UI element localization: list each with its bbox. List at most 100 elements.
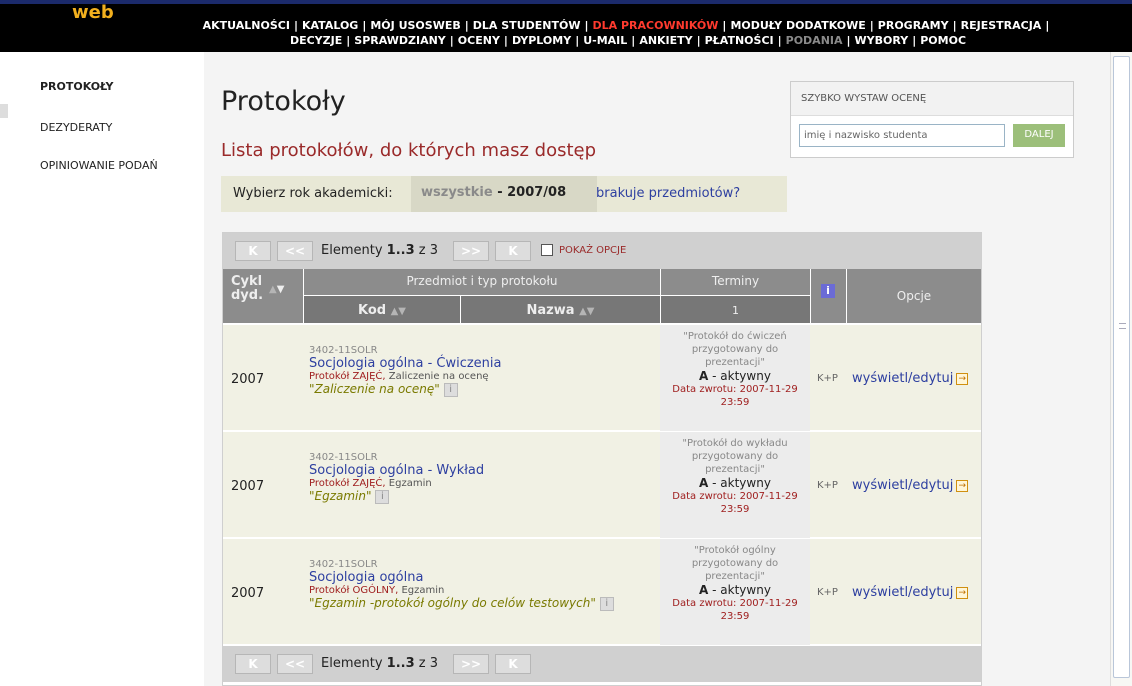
info-icon[interactable]: i — [375, 489, 390, 504]
row-status-text: - aktywny — [708, 583, 771, 597]
row-protocol-kind: Egzamin — [385, 478, 432, 489]
menu-item-u-mail[interactable]: U-MAIL — [583, 34, 627, 47]
year-option-selected[interactable]: 2007/08 — [507, 185, 566, 200]
sort-arrows-icon[interactable]: ▲▼ — [579, 306, 594, 317]
row-subject[interactable]: Socjologia ogólna — [309, 570, 423, 585]
menu-separator: | — [503, 34, 508, 47]
row-options-cell: wyświetl/edytuj → — [846, 432, 981, 538]
menu-item-moduły-dodatkowe[interactable]: MODUŁY DODATKOWE — [730, 19, 865, 32]
menu-item-wybory[interactable]: WYBORY — [855, 34, 909, 47]
menu-item-płatności[interactable]: PŁATNOŚCI — [705, 34, 774, 47]
show-options-checkbox[interactable] — [541, 244, 553, 256]
row-subject-type[interactable]: - Wykład — [423, 463, 485, 478]
row-subject[interactable]: Socjologia ogólna — [309, 356, 423, 371]
row-subject-link[interactable]: Socjologia ogólna — [309, 570, 660, 585]
menu-separator: | — [631, 34, 636, 47]
menu-item-pomoc[interactable]: POMOC — [920, 34, 966, 47]
sort-arrows-icon[interactable]: ▲▼ — [391, 306, 406, 317]
next-page-icon: >> — [460, 244, 482, 258]
missing-subjects-link[interactable]: brakuje przedmiotów? — [596, 186, 740, 201]
sidebar-item-opiniowanie-podan[interactable]: OPINIOWANIE PODAŃ — [40, 159, 158, 172]
pager-bottom: K << Elementy 1..3 z 3 >> K — [223, 646, 981, 682]
info-icon[interactable]: i — [599, 596, 614, 611]
menu-item-decyzje[interactable]: DECYZJE — [290, 34, 342, 47]
info-icon[interactable]: i — [443, 382, 458, 397]
vertical-scrollbar[interactable] — [1110, 52, 1132, 686]
row-return-date: Data zwrotu: 2007-11-29 23:59 — [672, 384, 798, 408]
row-subject-type[interactable]: - Ćwiczenia — [423, 356, 502, 371]
header-name[interactable]: Nazwa ▲▼ — [460, 295, 660, 323]
sidebar-item-protokoly[interactable]: PROTOKOŁY — [40, 80, 113, 93]
header-code[interactable]: Kod ▲▼ — [303, 295, 460, 323]
main-menu: AKTUALNOŚCI | KATALOG | MÓJ USOSWEB | DLA STUD… — [148, 18, 1108, 48]
menu-separator: | — [869, 19, 874, 32]
menu-item-dla-pracowników[interactable]: DLA PRACOWNIKÓW — [593, 19, 719, 32]
row-term-status: A - aktywny — [662, 583, 808, 597]
menu-item-podania[interactable]: PODANIA — [786, 34, 843, 47]
row-subject-link[interactable]: Socjologia ogólna - Wykład — [309, 463, 660, 478]
row-subject-cell: 3402-11SOLR Socjologia ogólna Protokół O… — [303, 539, 660, 645]
row-protocol-kind: Zaliczenie na ocenę — [385, 371, 489, 382]
table-row: 2007 3402-11SOLR Socjologia ogólna - Wyk… — [223, 431, 981, 538]
open-arrow-icon[interactable]: → — [956, 372, 969, 385]
row-subject-link[interactable]: Socjologia ogólna - Ćwiczenia — [309, 356, 660, 371]
pager-first-button[interactable]: K — [235, 654, 271, 674]
row-terms-cell: "Protokół do wykładu przygotowany do pre… — [660, 432, 810, 538]
menu-separator: | — [584, 19, 589, 32]
menu-item-mój-usosweb[interactable]: MÓJ USOSWEB — [370, 19, 460, 32]
menu-item-aktualności[interactable]: AKTUALNOŚCI — [203, 19, 290, 32]
menu-item-rejestracja[interactable]: REJESTRACJA — [961, 19, 1042, 32]
row-subject[interactable]: Socjologia ogólna — [309, 463, 423, 478]
menu-item-katalog[interactable]: KATALOG — [302, 19, 358, 32]
menu-item-oceny[interactable]: OCENY — [458, 34, 500, 47]
pager-last-button[interactable]: K — [495, 654, 531, 674]
info-icon[interactable]: i — [821, 284, 835, 298]
header-cycle-label: Cykl dyd. — [231, 274, 264, 303]
row-description: "Egzamin" i — [309, 489, 660, 504]
view-edit-link[interactable]: wyświetl/edytuj — [852, 585, 953, 600]
menu-item-dyplomy[interactable]: DYPLOMY — [512, 34, 571, 47]
view-edit-link[interactable]: wyświetl/edytuj — [852, 371, 953, 386]
row-status-text: - aktywny — [708, 476, 771, 490]
header-info: i — [810, 269, 846, 323]
header-terms-number: 1 — [660, 295, 810, 323]
row-term-description: "Protokół do wykładu przygotowany do pre… — [682, 438, 788, 475]
year-option-all[interactable]: wszystkie — [421, 185, 493, 200]
main-menu-row-1: AKTUALNOŚCI | KATALOG | MÓJ USOSWEB | DLA STUD… — [148, 18, 1108, 33]
row-protocol: Protokół ZAJĘĆ, Zaliczenie na ocenę — [309, 371, 660, 382]
first-page-icon: K — [248, 657, 258, 671]
student-name-input[interactable] — [799, 124, 1005, 147]
main-content: Protokoły Lista protokołów, do których m… — [204, 52, 1110, 686]
pager-top: K << Elementy 1..3 z 3 >> K POKAŻ OPCJE — [223, 233, 981, 269]
sidebar-item-dezyderaty[interactable]: DEZYDERATY — [40, 121, 112, 134]
row-cycle: 2007 — [231, 586, 265, 601]
prev-page-icon: << — [284, 657, 306, 671]
menu-separator: | — [722, 19, 727, 32]
open-arrow-icon[interactable]: → — [956, 479, 969, 492]
sort-arrows-icon[interactable]: ▲▼ — [269, 283, 284, 297]
top-border — [0, 0, 1132, 4]
menu-item-sprawdziany[interactable]: SPRAWDZIANY — [354, 34, 446, 47]
pager-prev-button[interactable]: << — [277, 241, 313, 261]
menu-item-ankiety[interactable]: ANKIETY — [639, 34, 692, 47]
row-description: "Egzamin -protokół ogólny do celów testo… — [309, 596, 660, 611]
pager-next-button[interactable]: >> — [453, 241, 489, 261]
menu-separator: | — [464, 19, 469, 32]
year-separator: - — [492, 185, 508, 200]
app-logo[interactable]: web — [72, 2, 114, 23]
open-arrow-icon[interactable]: → — [956, 586, 969, 599]
menu-item-dla-studentów[interactable]: DLA STUDENTÓW — [473, 19, 581, 32]
pager-info: Elementy 1..3 z 3 — [321, 243, 438, 258]
menu-separator: | — [912, 34, 917, 47]
quick-grade-next-button[interactable]: DALEJ — [1013, 124, 1065, 147]
header-cycle[interactable]: Cykl dyd. ▲▼ — [223, 269, 303, 323]
scrollbar-thumb[interactable] — [1113, 56, 1130, 678]
menu-item-programy[interactable]: PROGRAMY — [878, 19, 949, 32]
view-edit-link[interactable]: wyświetl/edytuj — [852, 478, 953, 493]
pager-last-button[interactable]: K — [495, 241, 531, 261]
pager-next-button[interactable]: >> — [453, 654, 489, 674]
pager-first-button[interactable]: K — [235, 241, 271, 261]
pager-prev-button[interactable]: << — [277, 654, 313, 674]
pager-total: z 3 — [418, 243, 438, 258]
academic-year-value[interactable]: wszystkie - 2007/08 — [411, 176, 597, 212]
